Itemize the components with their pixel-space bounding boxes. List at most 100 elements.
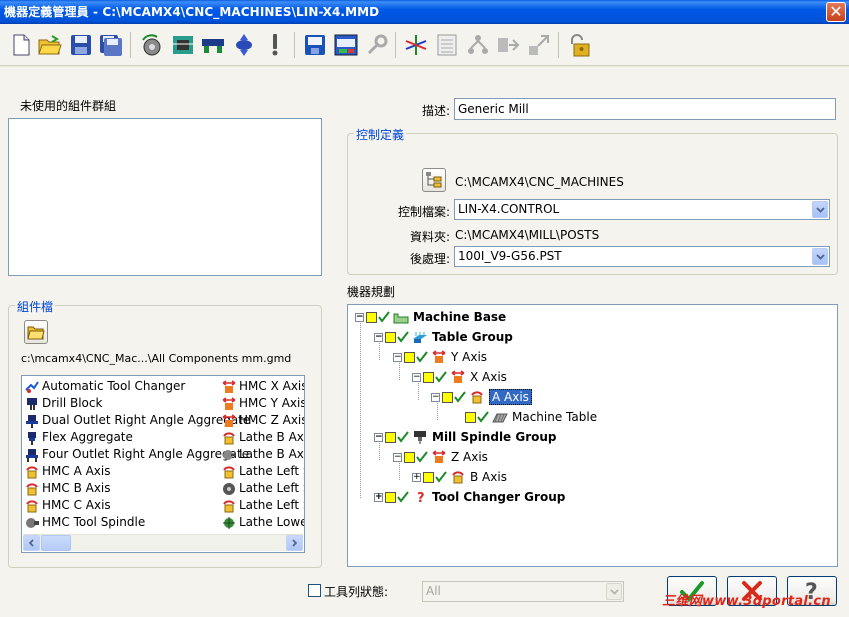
chevron-down-icon[interactable] (812, 201, 828, 218)
list-item[interactable]: Lathe B Axis A (222, 429, 304, 446)
tree-node-table-group[interactable]: − Table Group (374, 328, 513, 346)
list-item[interactable]: HMC X Axis (222, 378, 304, 395)
tree-node-mill-spindle-group[interactable]: − Mill Spindle Group (374, 428, 557, 446)
post-processor-label: 後處理: (410, 252, 451, 266)
collapse-icon[interactable]: − (393, 452, 402, 462)
list-item[interactable]: HMC B Axis (25, 480, 111, 497)
list-item[interactable]: HMC A Axis (25, 463, 111, 480)
tree-node-icon[interactable] (465, 32, 491, 58)
spindle-component-icon[interactable] (200, 32, 226, 58)
question-icon: ? (417, 491, 425, 504)
toolbar-state-select[interactable]: All (422, 581, 624, 602)
control-tree-icon (426, 172, 442, 188)
scroll-left-button[interactable] (23, 535, 40, 551)
rotary-axis-icon (471, 391, 483, 404)
collapse-icon[interactable]: − (431, 392, 440, 402)
tree-node-machine-table[interactable]: Machine Table (465, 408, 597, 426)
check-icon (416, 451, 428, 463)
unused-groups-label: 未使用的組件群組 (20, 99, 117, 113)
folder-label: 資料夾: (410, 230, 451, 244)
component-file-legend: 組件檔 (15, 298, 56, 315)
list-item[interactable]: Four Outlet Right Angle Aggregate (25, 446, 249, 463)
open-folder-icon[interactable] (37, 32, 63, 58)
list-item[interactable]: HMC Y Axis (222, 395, 304, 412)
properties-icon[interactable] (333, 32, 359, 58)
window-title: 機器定義管理員 - C:\MCAMX4\CNC_MACHINES\LIN-X4.… (4, 5, 380, 19)
linear-axis-icon (432, 450, 446, 463)
horizontal-scrollbar[interactable] (23, 534, 303, 551)
linear-axis-icon (222, 396, 236, 410)
list-item[interactable]: Automatic Tool Changer (25, 378, 185, 395)
chevron-right-icon (292, 539, 298, 547)
axes-icon[interactable] (403, 32, 429, 58)
list-item[interactable]: Lathe Left Sp (222, 497, 304, 514)
expand-icon[interactable]: + (374, 492, 383, 502)
control-definition-button[interactable] (422, 168, 446, 192)
list-item[interactable]: Lathe Lower T (222, 514, 304, 531)
control-file-select[interactable]: LIN-X4.CONTROL (454, 199, 830, 220)
list-icon[interactable] (434, 32, 460, 58)
chuck-icon (223, 482, 235, 495)
tree-node-y-axis[interactable]: − Y Axis (393, 348, 487, 366)
table-group-icon (413, 332, 427, 343)
rotary-axis-icon (26, 465, 38, 478)
collapse-icon[interactable]: − (374, 332, 383, 342)
list-item[interactable]: Drill Block (25, 395, 102, 412)
toolbar (0, 24, 849, 66)
check-icon (435, 471, 447, 483)
spindle-group-icon (414, 431, 426, 444)
rotary-axis-icon (223, 465, 235, 478)
toolbar-state-checkbox[interactable] (308, 584, 321, 597)
check-icon (416, 351, 428, 363)
control-definition-legend: 控制定義 (354, 126, 407, 143)
collapse-icon[interactable]: − (393, 352, 402, 362)
new-file-icon[interactable] (8, 32, 34, 58)
chevron-down-icon[interactable] (812, 248, 828, 265)
collapse-icon[interactable]: − (374, 432, 383, 442)
watermark: 三维网www.3dportal.cn (662, 594, 831, 609)
control-file-label: 控制檔案: (398, 205, 451, 219)
selected-node-label: A Axis (489, 389, 532, 405)
rotary-axis-icon[interactable] (139, 32, 165, 58)
open-component-file-button[interactable] (24, 320, 48, 344)
arrow-right-icon[interactable] (496, 32, 522, 58)
warning-icon[interactable] (262, 32, 288, 58)
description-input[interactable]: Generic Mill (454, 98, 836, 120)
list-item[interactable]: HMC Z Axis (222, 412, 304, 429)
collapse-icon[interactable]: − (412, 372, 421, 382)
expand-icon[interactable]: + (412, 472, 421, 482)
machine-base-icon (393, 313, 409, 324)
linear-axis-icon (451, 370, 465, 383)
tree-node-machine-base[interactable]: − Machine Base (355, 308, 506, 326)
tool-wrench-icon[interactable] (364, 32, 390, 58)
list-item[interactable]: HMC C Axis (25, 497, 111, 514)
list-item[interactable]: Lathe B Axis T (222, 446, 304, 463)
scroll-thumb[interactable] (41, 535, 71, 551)
post-processor-select[interactable]: 100I_V9-G56.PST (454, 246, 830, 267)
tree-node-x-axis[interactable]: − X Axis (412, 368, 507, 386)
list-item[interactable]: Flex Aggregate (25, 429, 133, 446)
list-item[interactable]: Lathe Left Sp (222, 480, 304, 497)
list-item[interactable]: Dual Outlet Right Angle Aggregate (25, 412, 250, 429)
save-as-icon[interactable] (98, 32, 124, 58)
arrow-diagonal-icon[interactable] (527, 32, 553, 58)
collapse-icon[interactable]: − (355, 312, 364, 322)
machine-config-tree[interactable]: − Machine Base − Table Group − Y Axis − … (347, 304, 838, 567)
component-list[interactable]: Automatic Tool Changer Drill Block Dual … (21, 375, 305, 553)
scroll-right-button[interactable] (286, 535, 303, 551)
close-button[interactable]: ✕ (826, 2, 846, 22)
tree-node-b-axis[interactable]: + B Axis (412, 468, 507, 486)
tree-node-tool-changer-group[interactable]: + ? Tool Changer Group (374, 488, 565, 506)
tree-node-a-axis[interactable]: − A Axis (431, 388, 532, 406)
axis-component-icon[interactable] (231, 32, 257, 58)
list-item[interactable]: HMC Tool Spindle (25, 514, 145, 531)
save-icon[interactable] (68, 32, 94, 58)
floppy-icon[interactable] (302, 32, 328, 58)
chevron-down-icon[interactable] (606, 583, 622, 600)
linear-component-icon[interactable] (170, 32, 196, 58)
lock-icon[interactable] (566, 32, 592, 58)
tree-node-z-axis[interactable]: − Z Axis (393, 448, 488, 466)
unused-groups-list[interactable] (8, 118, 322, 276)
list-item[interactable]: Lathe Left Sp (222, 463, 304, 480)
check-icon (397, 331, 409, 343)
